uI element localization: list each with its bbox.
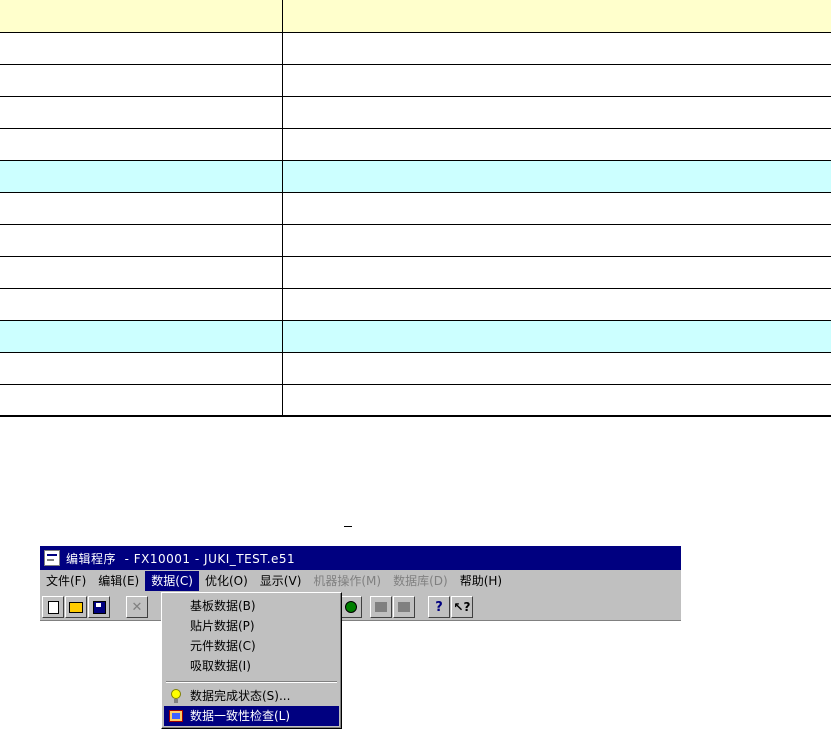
table-section-row bbox=[0, 160, 831, 193]
menu-data[interactable]: 数据(C) bbox=[145, 571, 199, 591]
menu-item-component-data[interactable]: 元件数据(C) bbox=[164, 636, 339, 656]
data-table bbox=[0, 0, 831, 417]
table-cell bbox=[282, 96, 831, 129]
table-row bbox=[0, 128, 831, 161]
green-tool-button[interactable] bbox=[340, 596, 362, 618]
table-cell bbox=[0, 352, 283, 385]
menu-item-board-data[interactable]: 基板数据(B) bbox=[164, 596, 339, 616]
app-window: 编辑程序 - FX10001 - JUKI_TEST.e51 文件(F) 编辑(… bbox=[40, 546, 681, 732]
table-cell bbox=[0, 384, 283, 417]
menu-edit[interactable]: 编辑(E) bbox=[92, 571, 145, 591]
menu-item-data-consistency-check[interactable]: 数据一致性检查(L) bbox=[164, 706, 339, 726]
table-row bbox=[0, 352, 831, 385]
table-row bbox=[0, 384, 831, 417]
gray-tool-icon bbox=[375, 602, 387, 612]
help-button[interactable]: ? bbox=[428, 596, 450, 618]
lightbulb-icon bbox=[168, 688, 184, 704]
table-cell bbox=[282, 128, 831, 161]
table-cell bbox=[282, 256, 831, 289]
new-button[interactable] bbox=[42, 596, 64, 618]
menu-bar: 文件(F) 编辑(E) 数据(C) 优化(O) 显示(V) 机器操作(M) 数据… bbox=[40, 570, 681, 592]
title-bar: 编辑程序 - FX10001 - JUKI_TEST.e51 bbox=[40, 546, 681, 570]
table-cell bbox=[0, 160, 283, 193]
table-row bbox=[0, 32, 831, 65]
table-cell bbox=[282, 320, 831, 353]
menu-optimize[interactable]: 优化(O) bbox=[199, 571, 254, 591]
table-section-row bbox=[0, 320, 831, 353]
new-file-icon bbox=[47, 600, 59, 614]
table-row bbox=[0, 192, 831, 225]
underline-mark bbox=[344, 526, 352, 527]
table-cell bbox=[282, 192, 831, 225]
table-cell bbox=[0, 96, 283, 129]
open-button[interactable] bbox=[65, 596, 87, 618]
save-button[interactable] bbox=[88, 596, 110, 618]
table-cell bbox=[282, 288, 831, 321]
menu-machine-operation[interactable]: 机器操作(M) bbox=[307, 571, 387, 591]
table-cell bbox=[0, 64, 283, 97]
table-cell bbox=[282, 352, 831, 385]
menu-file[interactable]: 文件(F) bbox=[40, 571, 92, 591]
menu-help[interactable]: 帮助(H) bbox=[454, 571, 508, 591]
menu-item-label: 贴片数据(P) bbox=[190, 619, 255, 633]
consistency-check-icon bbox=[168, 708, 184, 724]
table-cell bbox=[282, 32, 831, 65]
menu-item-label: 元件数据(C) bbox=[190, 639, 256, 653]
gray-tool-button-2[interactable] bbox=[393, 596, 415, 618]
content-area bbox=[40, 621, 681, 732]
table-cell bbox=[0, 192, 283, 225]
table-cell bbox=[282, 0, 831, 33]
table-cell bbox=[0, 256, 283, 289]
menu-item-pickup-data[interactable]: 吸取数据(I) bbox=[164, 656, 339, 676]
gray-tool-icon bbox=[398, 602, 410, 612]
table-row bbox=[0, 96, 831, 129]
gray-tool-button-1[interactable] bbox=[370, 596, 392, 618]
menu-item-label: 数据完成状态(S)... bbox=[190, 689, 291, 703]
whats-this-icon: ↖? bbox=[453, 600, 471, 614]
menu-item-placement-data[interactable]: 贴片数据(P) bbox=[164, 616, 339, 636]
toolbar: ✕ ? ↖? bbox=[40, 594, 681, 621]
table-cell bbox=[282, 160, 831, 193]
table-cell bbox=[0, 128, 283, 161]
menu-item-label: 数据一致性检查(L) bbox=[190, 709, 291, 723]
window-title: 编辑程序 - FX10001 - JUKI_TEST.e51 bbox=[66, 551, 296, 566]
green-tool-icon bbox=[345, 601, 357, 613]
table-row bbox=[0, 256, 831, 289]
app-icon bbox=[44, 550, 60, 566]
menu-separator bbox=[166, 681, 337, 683]
table-cell bbox=[0, 320, 283, 353]
data-menu-dropdown: 基板数据(B) 贴片数据(P) 元件数据(C) 吸取数据(I) 数据完成状态(S… bbox=[161, 592, 342, 729]
delete-icon: ✕ bbox=[131, 599, 143, 615]
whats-this-button[interactable]: ↖? bbox=[451, 596, 473, 618]
table-cell bbox=[282, 384, 831, 417]
menu-database[interactable]: 数据库(D) bbox=[387, 571, 454, 591]
menu-view[interactable]: 显示(V) bbox=[254, 571, 308, 591]
delete-button[interactable]: ✕ bbox=[126, 596, 148, 618]
save-disk-icon bbox=[92, 600, 106, 614]
table-cell bbox=[0, 288, 283, 321]
table-header-row bbox=[0, 0, 831, 33]
menu-item-data-completion-status[interactable]: 数据完成状态(S)... bbox=[164, 686, 339, 706]
menu-item-label: 基板数据(B) bbox=[190, 599, 256, 613]
table-cell bbox=[0, 0, 283, 33]
table-row bbox=[0, 288, 831, 321]
table-row bbox=[0, 64, 831, 97]
table-cell bbox=[0, 224, 283, 257]
table-cell bbox=[282, 224, 831, 257]
table-cell bbox=[282, 64, 831, 97]
open-folder-icon bbox=[69, 601, 83, 613]
table-cell bbox=[0, 32, 283, 65]
menu-item-label: 吸取数据(I) bbox=[190, 659, 251, 673]
help-icon: ? bbox=[435, 599, 443, 615]
table-row bbox=[0, 224, 831, 257]
